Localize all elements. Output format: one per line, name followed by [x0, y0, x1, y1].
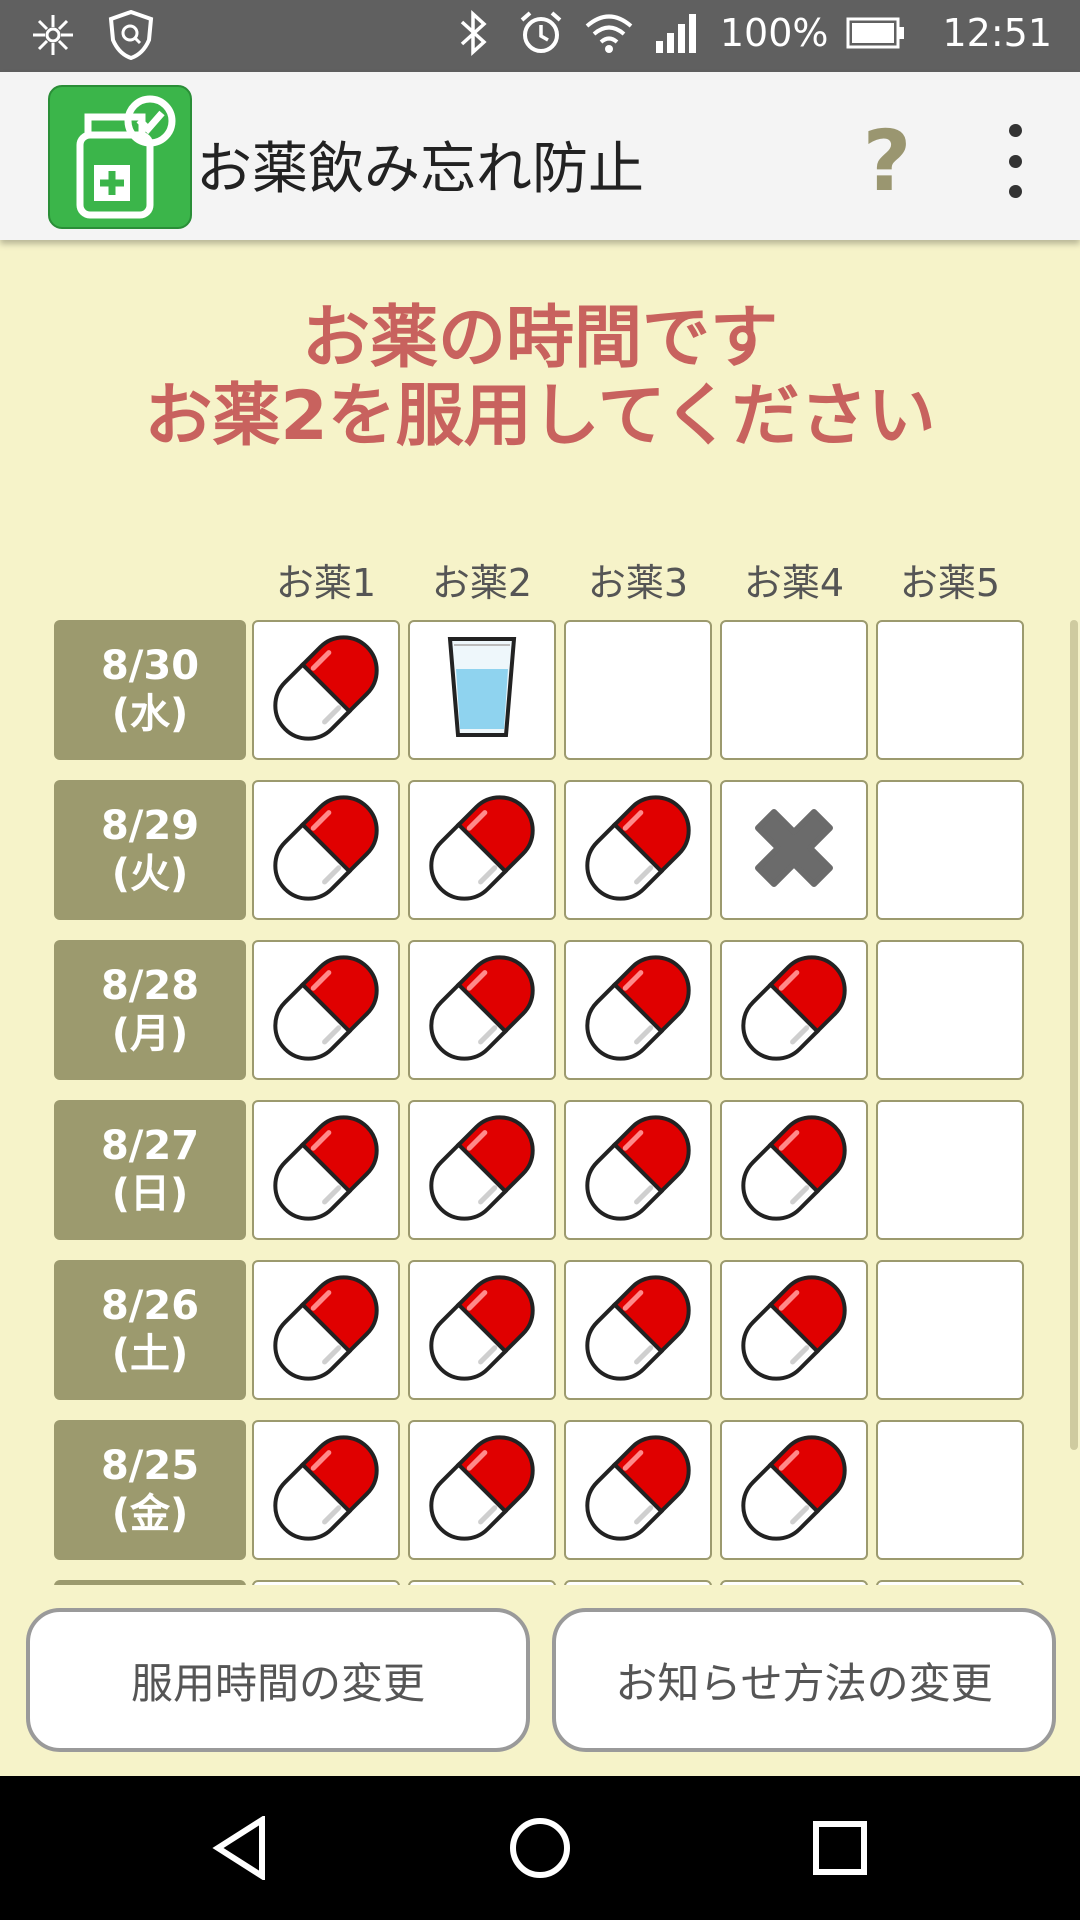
dose-cell[interactable] — [720, 1580, 868, 1585]
dose-cell[interactable] — [252, 620, 400, 760]
dose-cell[interactable] — [252, 1580, 400, 1585]
pill-icon — [271, 1433, 381, 1547]
grid-row-partial — [54, 1580, 1024, 1585]
dose-cell[interactable] — [876, 1420, 1024, 1560]
pill-icon — [427, 953, 537, 1067]
pill-icon — [583, 1433, 693, 1547]
date-label: 8/30 — [100, 643, 200, 689]
dose-cell[interactable] — [876, 1260, 1024, 1400]
dose-cell[interactable] — [252, 940, 400, 1080]
weekday-label: (土) — [111, 1331, 189, 1377]
dose-cell[interactable] — [564, 1260, 712, 1400]
dose-cell[interactable] — [720, 1100, 868, 1240]
date-cell — [54, 1580, 246, 1585]
date-label: 8/27 — [100, 1123, 200, 1169]
dose-cell[interactable] — [252, 1100, 400, 1240]
date-cell: 8/27 (日) — [54, 1100, 246, 1240]
dose-cell[interactable] — [564, 1420, 712, 1560]
home-icon[interactable] — [500, 1808, 580, 1888]
grid-row: 8/30 (水) — [54, 620, 1024, 760]
date-label: 8/25 — [100, 1443, 200, 1489]
scrollbar[interactable] — [1070, 620, 1078, 1450]
dose-cell[interactable] — [252, 780, 400, 920]
dose-cell[interactable] — [408, 780, 556, 920]
dose-cell[interactable] — [876, 780, 1024, 920]
dose-cell[interactable] — [408, 940, 556, 1080]
dose-cell[interactable] — [564, 620, 712, 760]
dose-cell[interactable] — [564, 940, 712, 1080]
pill-icon — [271, 633, 381, 747]
missed-cross-icon — [744, 798, 844, 902]
pill-icon — [271, 793, 381, 907]
recents-icon[interactable] — [800, 1808, 880, 1888]
dose-cell[interactable] — [564, 1100, 712, 1240]
date-cell: 8/30 (水) — [54, 620, 246, 760]
date-cell: 8/26 (土) — [54, 1260, 246, 1400]
date-cell: 8/28 (月) — [54, 940, 246, 1080]
grid-row: 8/27 (日) — [54, 1100, 1024, 1240]
weekday-label: (月) — [111, 1011, 189, 1057]
dose-cell[interactable] — [876, 1100, 1024, 1240]
medication-grid: 8/30 (水) 8/29 (火) 8/28 (月) 8/27 (日) 8/26 (土) 8/25(… — [0, 0, 1080, 1585]
pill-icon — [583, 1113, 693, 1227]
pill-icon — [583, 793, 693, 907]
grid-row: 8/26 (土) — [54, 1260, 1024, 1400]
grid-row: 8/29 (火) — [54, 780, 1024, 920]
dose-cell[interactable] — [252, 1420, 400, 1560]
dose-cell[interactable] — [720, 620, 868, 760]
dose-cell[interactable] — [408, 1100, 556, 1240]
dose-cell[interactable] — [564, 1580, 712, 1585]
pill-icon — [427, 1113, 537, 1227]
dose-cell[interactable] — [408, 1580, 556, 1585]
date-label: 8/26 — [100, 1283, 200, 1329]
pill-icon — [427, 1273, 537, 1387]
date-label: 8/29 — [100, 803, 200, 849]
dose-cell[interactable] — [720, 780, 868, 920]
pill-icon — [271, 1113, 381, 1227]
date-label: 8/28 — [100, 963, 200, 1009]
pill-icon — [427, 1433, 537, 1547]
dose-cell[interactable] — [252, 1260, 400, 1400]
weekday-label: (水) — [111, 691, 189, 737]
weekday-label: (日) — [111, 1171, 189, 1217]
date-cell: 8/29 (火) — [54, 780, 246, 920]
pill-icon — [739, 953, 849, 1067]
water-glass-icon — [442, 633, 522, 747]
dose-cell[interactable] — [720, 940, 868, 1080]
pill-icon — [739, 1273, 849, 1387]
back-icon[interactable] — [200, 1808, 280, 1888]
dose-cell[interactable] — [408, 1420, 556, 1560]
dose-cell[interactable] — [876, 940, 1024, 1080]
navigation-bar — [0, 1776, 1080, 1920]
dose-cell[interactable] — [876, 620, 1024, 760]
dose-cell[interactable] — [564, 780, 712, 920]
pill-icon — [271, 953, 381, 1067]
change-notify-button[interactable]: お知らせ方法の変更 — [552, 1608, 1056, 1752]
dose-cell[interactable] — [720, 1260, 868, 1400]
dose-cell[interactable] — [408, 620, 556, 760]
weekday-label: (火) — [111, 851, 189, 897]
pill-icon — [739, 1433, 849, 1547]
pill-icon — [271, 1273, 381, 1387]
dose-cell[interactable] — [876, 1580, 1024, 1585]
dose-cell[interactable] — [408, 1260, 556, 1400]
date-cell: 8/25 (金) — [54, 1420, 246, 1560]
weekday-label: (金) — [111, 1491, 189, 1537]
pill-icon — [739, 1113, 849, 1227]
grid-row: 8/28 (月) — [54, 940, 1024, 1080]
pill-icon — [583, 953, 693, 1067]
grid-row: 8/25 (金) — [54, 1420, 1024, 1560]
pill-icon — [427, 793, 537, 907]
change-time-button[interactable]: 服用時間の変更 — [26, 1608, 530, 1752]
dose-cell[interactable] — [720, 1420, 868, 1560]
pill-icon — [583, 1273, 693, 1387]
